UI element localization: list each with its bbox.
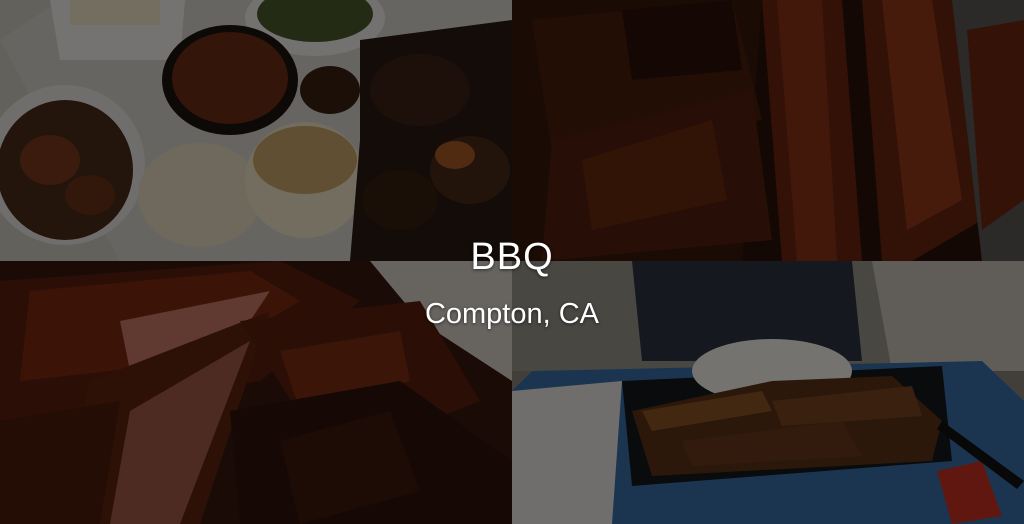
food-banner: BBQ Compton, CA [0, 0, 1024, 524]
banner-title: BBQ [470, 236, 554, 278]
banner-location: Compton, CA [424, 298, 600, 330]
ribs-sausages-image [512, 0, 1024, 261]
photo-ribs-sausages [512, 0, 1024, 261]
photo-bbq-platter [0, 0, 512, 261]
bbq-platter-image [0, 0, 512, 261]
